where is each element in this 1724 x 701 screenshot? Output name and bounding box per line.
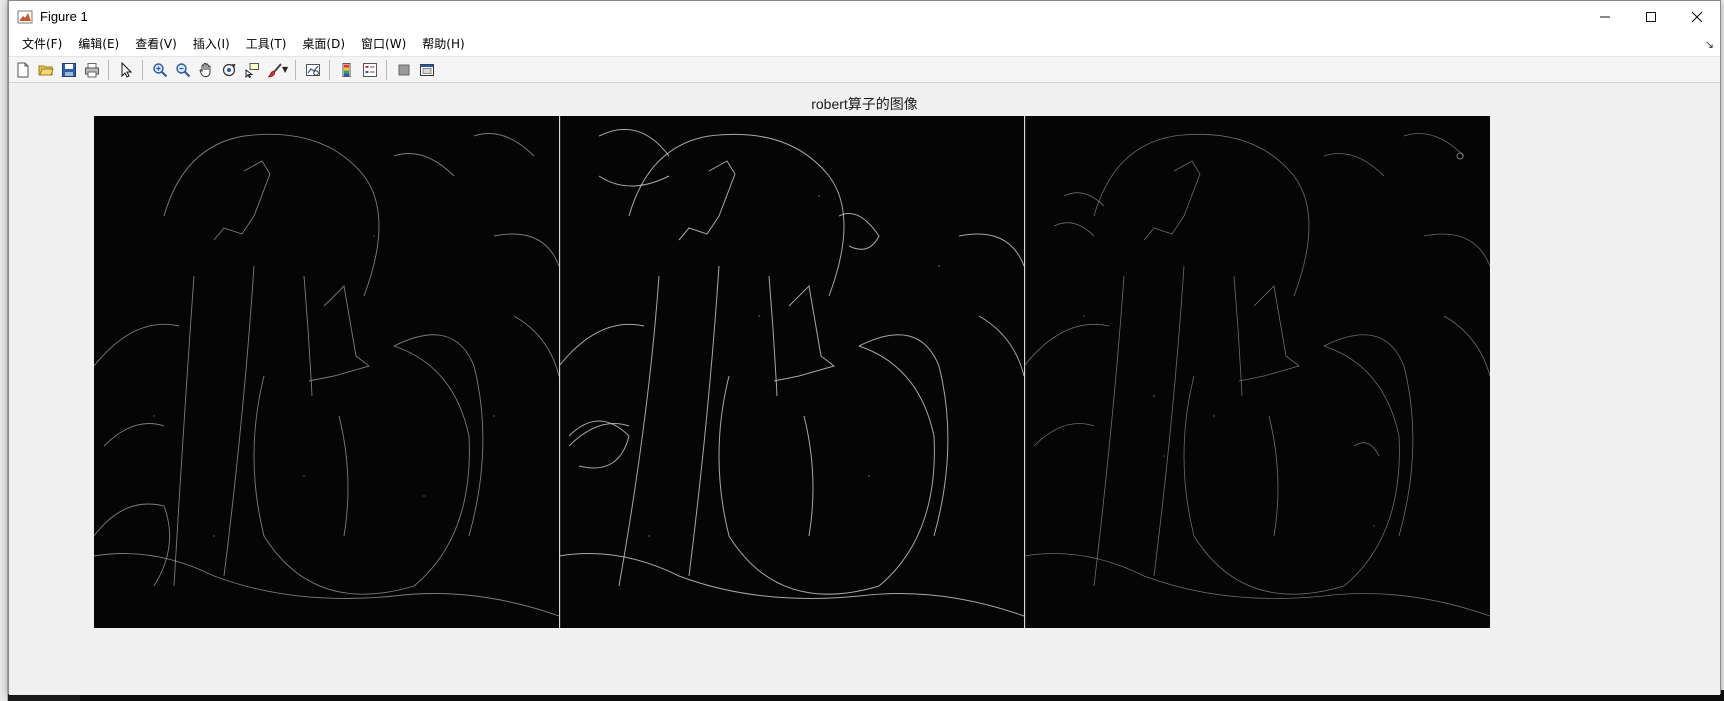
rotate-3d-button[interactable] [217,59,240,81]
open-file-icon [38,65,54,75]
menu-help[interactable]: 帮助(H) [415,32,473,56]
window-controls [1582,1,1720,32]
pan-button[interactable] [194,59,217,81]
title-bar[interactable]: Figure 1 [9,1,1720,32]
colorbar-button[interactable] [335,59,358,81]
menu-window[interactable]: 窗口(W) [354,32,415,56]
menu-bar: 文件(F) 编辑(E) 查看(V) 插入(I) 工具(T) 桌面(D) 窗口(W… [9,32,1720,56]
save-button[interactable] [57,59,80,81]
menu-desktop[interactable]: 桌面(D) [295,32,354,56]
edge-image-3 [1024,116,1490,628]
new-figure-icon [17,62,28,77]
image-panel-2[interactable] [559,116,1024,628]
minimize-button[interactable] [1582,1,1628,32]
toolbar-separator [108,59,109,80]
zoom-out-button[interactable] [171,59,194,81]
menu-tools[interactable]: 工具(T) [239,32,296,56]
menu-insert[interactable]: 插入(I) [186,32,239,56]
edit-plot-button[interactable] [114,59,137,81]
edge-image-2 [559,116,1024,628]
print-icon [84,62,99,77]
show-plot-tools-button[interactable] [415,59,438,81]
edge-image-1 [94,116,559,628]
legend-button[interactable] [358,59,381,81]
menu-edit[interactable]: 编辑(E) [71,32,128,56]
save-icon [61,62,76,77]
desktop-background-left [0,0,8,701]
zoom-out-icon [175,62,190,77]
print-button[interactable] [80,59,103,81]
image-panel-3[interactable] [1024,116,1490,628]
close-button[interactable] [1674,1,1720,32]
dock-arrow-icon[interactable]: ↘ [1705,38,1714,51]
link-plot-icon [305,63,320,76]
maximize-button[interactable] [1628,1,1674,32]
zoom-in-button[interactable] [148,59,171,81]
window-title: Figure 1 [40,9,88,24]
pan-hand-icon [199,62,210,77]
figure-canvas[interactable]: robert算子的图像 [9,84,1720,695]
colorbar-icon [342,62,351,77]
minimize-icon [1600,16,1610,17]
edit-plot-arrow-icon [121,61,132,78]
matlab-logo-icon [17,9,33,25]
toolbar-separator [329,59,331,80]
hide-plot-tools-button[interactable] [392,59,415,81]
brush-icon [267,62,282,77]
show-plot-tools-icon [419,63,434,76]
open-file-button[interactable] [34,59,57,81]
figure-title: robert算子的图像 [811,96,918,112]
new-figure-button[interactable] [11,59,34,81]
toolbar-separator [142,59,143,80]
toolbar-separator [295,59,297,80]
toolbar-separator [386,59,388,80]
figure-toolbar: ▼ [9,56,1720,83]
close-icon [1691,11,1703,22]
image-panel-1[interactable] [94,116,559,628]
zoom-in-icon [152,62,167,77]
maximize-icon [1646,11,1656,22]
legend-icon [362,62,377,77]
menu-file[interactable]: 文件(F) [15,32,71,56]
menu-view[interactable]: 查看(V) [128,32,186,56]
brush-dropdown-icon[interactable]: ▼ [282,65,288,74]
rotate-3d-icon [222,63,235,76]
figure-window: Figure 1 文件(F) 编辑(E) 查看(V) 插入(I) 工具(T) 桌… [8,0,1721,695]
hide-plot-tools-icon [398,64,410,75]
data-cursor-icon [245,62,259,78]
data-cursor-button[interactable] [240,59,263,81]
link-plot-button[interactable] [301,59,324,81]
